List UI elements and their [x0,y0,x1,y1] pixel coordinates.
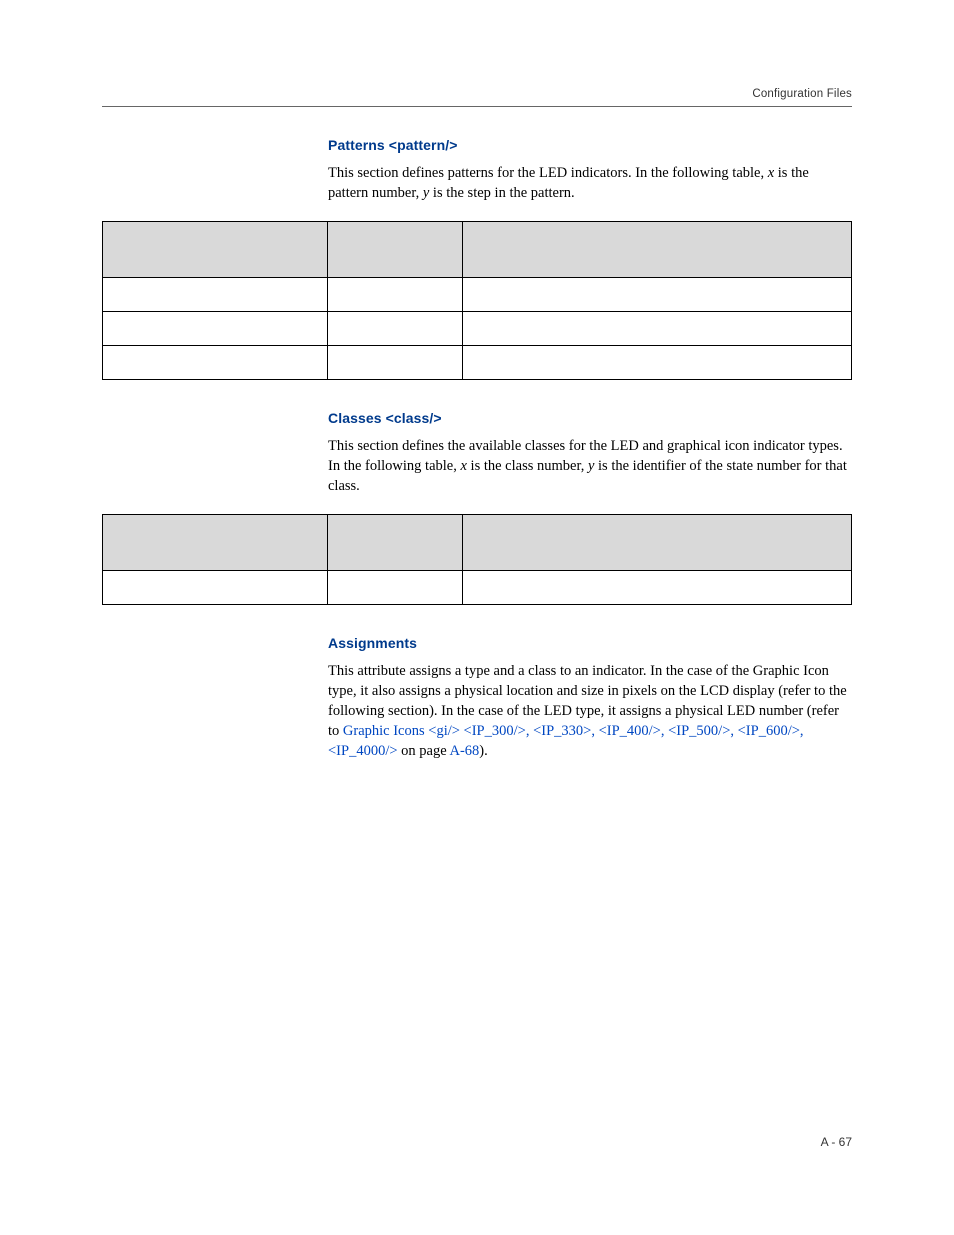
table-cell [327,346,462,380]
table-row [103,571,852,605]
table-header-cell [462,515,852,571]
table-cell [462,346,852,380]
table-header-cell [327,515,462,571]
table-classes [102,514,852,605]
table-row [103,312,852,346]
table-row [103,346,852,380]
table-row [103,515,852,571]
text: is the class number, [467,458,588,474]
heading-patterns: Patterns <pattern/> [328,137,852,153]
para-assignments: This attribute assigns a type and a clas… [328,661,852,761]
table-cell [103,278,328,312]
table-row [103,278,852,312]
heading-classes: Classes <class/> [328,410,852,426]
table-header-cell [462,222,852,278]
table-cell [327,571,462,605]
table-cell [462,278,852,312]
table-cell [327,278,462,312]
table-header-cell [103,515,328,571]
para-classes: This section defines the available class… [328,436,852,496]
page-ref-link[interactable]: A-68 [449,743,479,759]
para-patterns: This section defines patterns for the LE… [328,163,852,203]
table-header-cell [327,222,462,278]
text: This section defines patterns for the LE… [328,165,768,181]
text: ). [479,743,487,759]
table-cell [462,571,852,605]
header-rule [102,106,852,107]
table-cell [462,312,852,346]
page-number: A - 67 [821,1135,852,1149]
table-header-cell [103,222,328,278]
text: is the step in the pattern. [429,185,574,201]
table-patterns [102,221,852,380]
heading-assignments: Assignments [328,635,852,651]
table-cell [103,346,328,380]
table-cell [103,571,328,605]
table-cell [103,312,328,346]
text: on page [398,743,450,759]
table-cell [327,312,462,346]
running-head: Configuration Files [102,88,852,100]
table-row [103,222,852,278]
